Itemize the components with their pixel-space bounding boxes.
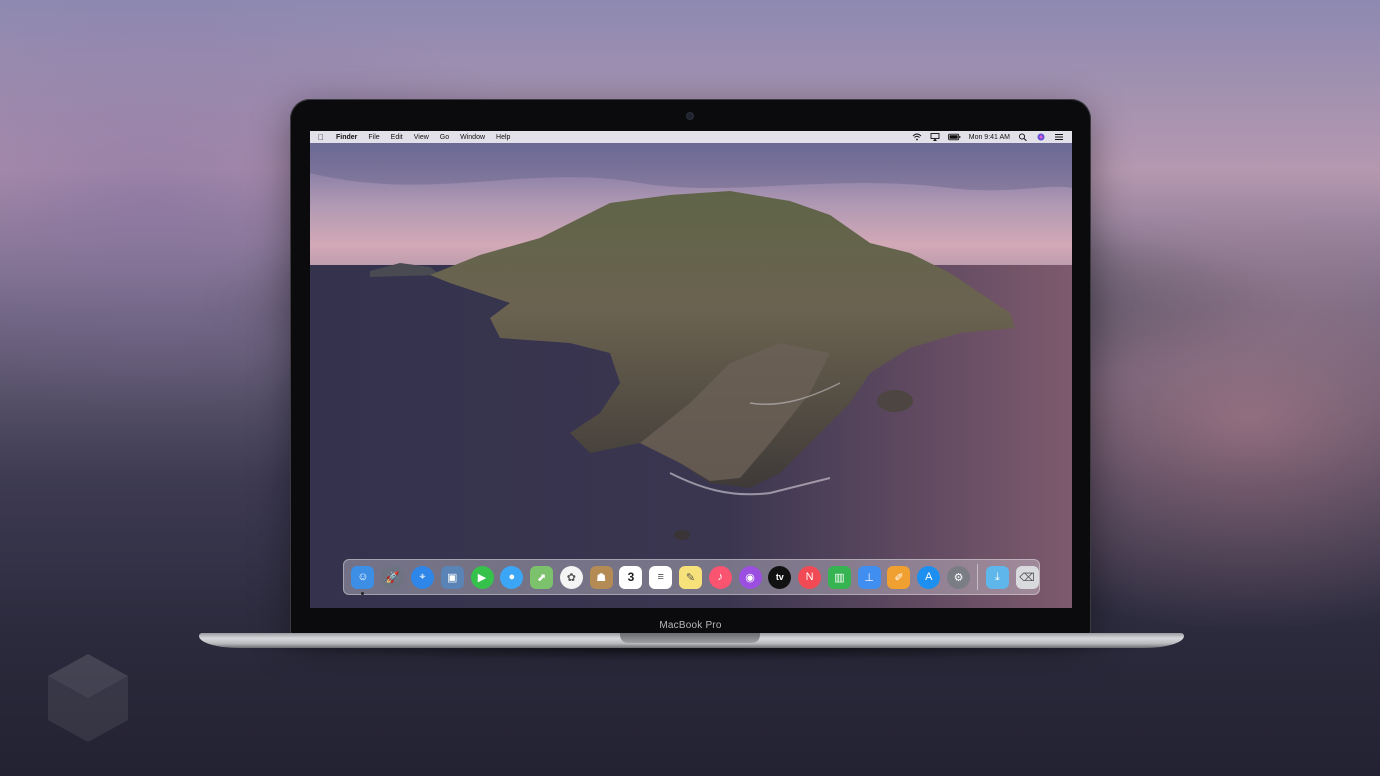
- system-preferences-icon[interactable]: ⚙: [947, 565, 971, 589]
- menu-view[interactable]: View: [414, 134, 429, 141]
- launchpad-icon-glyph: 🚀: [385, 571, 400, 584]
- pages-icon-glyph: ✐: [894, 571, 904, 584]
- dock: ☺ 🚀 ⌖ ▣ ▶ ● ⬈ ✿ ☗ 3 ≡ ✎ ♪ ◉ tv N ▥ ⊥ ✐ A ⚙ ⤓ ⌫: [343, 559, 1040, 595]
- finder-icon-glyph: ☺: [357, 571, 369, 583]
- podcasts-icon-glyph: ◉: [745, 571, 755, 584]
- apple-tv-icon[interactable]: tv: [768, 565, 792, 589]
- maps-icon[interactable]: ⬈: [530, 565, 554, 589]
- downloads-folder-icon[interactable]: ⤓: [985, 565, 1009, 589]
- photos-icon[interactable]: ✿: [559, 565, 583, 589]
- trash-icon[interactable]: ⌫: [1015, 565, 1039, 589]
- airplay-icon[interactable]: [930, 133, 940, 141]
- contacts-icon-glyph: ☗: [596, 571, 607, 584]
- menu-edit[interactable]: Edit: [391, 134, 403, 141]
- watermark-logo-icon: [48, 654, 128, 742]
- menu-bar:  Finder File Edit View Go Window Help M…: [310, 131, 1072, 143]
- safari-icon[interactable]: ⌖: [410, 565, 434, 589]
- menu-clock[interactable]: Mon 9:41 AM: [969, 134, 1010, 141]
- notification-center-icon[interactable]: [1054, 133, 1064, 141]
- desktop-screen:  Finder File Edit View Go Window Help M…: [310, 131, 1072, 608]
- facetime-icon-glyph: ▶: [477, 571, 487, 584]
- battery-icon[interactable]: [947, 133, 961, 141]
- photo-booth-icon-glyph: ▣: [447, 571, 458, 584]
- facetime-icon[interactable]: ▶: [470, 565, 494, 589]
- menu-window[interactable]: Window: [460, 134, 485, 141]
- music-icon-glyph: ♪: [717, 571, 724, 583]
- messages-icon[interactable]: ●: [500, 565, 524, 589]
- notes-icon[interactable]: ✎: [678, 565, 702, 589]
- contacts-icon[interactable]: ☗: [589, 565, 613, 589]
- siri-icon[interactable]: [1036, 133, 1046, 141]
- search-icon[interactable]: [1018, 133, 1028, 141]
- wifi-icon[interactable]: [912, 133, 922, 141]
- running-indicator: [361, 591, 365, 595]
- laptop-lid:  Finder File Edit View Go Window Help M…: [290, 99, 1091, 635]
- finder-icon[interactable]: ☺: [351, 565, 375, 595]
- maps-icon-glyph: ⬈: [536, 571, 547, 584]
- camera-icon: [687, 113, 693, 119]
- pages-icon[interactable]: ✐: [887, 565, 911, 589]
- reminders-icon-glyph: ≡: [657, 571, 664, 583]
- podcasts-icon[interactable]: ◉: [738, 565, 762, 589]
- app-store-icon-glyph: A: [925, 571, 933, 583]
- numbers-icon[interactable]: ▥: [827, 565, 851, 589]
- numbers-icon-glyph: ▥: [834, 571, 845, 584]
- news-icon[interactable]: N: [798, 565, 822, 589]
- menu-file[interactable]: File: [368, 134, 379, 141]
- photo-booth-icon[interactable]: ▣: [440, 565, 464, 589]
- app-store-icon[interactable]: A: [917, 565, 941, 589]
- trash-icon-glyph: ⌫: [1019, 571, 1035, 584]
- system-preferences-icon-glyph: ⚙: [953, 571, 964, 584]
- reminders-icon[interactable]: ≡: [649, 565, 673, 589]
- photos-icon-glyph: ✿: [566, 571, 576, 584]
- base-shadow: [220, 648, 1165, 660]
- desktop-wallpaper: [310, 143, 1072, 608]
- model-label: MacBook Pro: [659, 620, 722, 631]
- menu-app-name[interactable]: Finder: [336, 134, 357, 141]
- music-icon[interactable]: ♪: [708, 565, 732, 589]
- keynote-icon[interactable]: ⊥: [857, 565, 881, 589]
- keynote-icon-glyph: ⊥: [864, 571, 874, 584]
- news-icon-glyph: N: [805, 571, 814, 583]
- apple-logo-icon[interactable]: : [318, 133, 328, 142]
- safari-icon-glyph: ⌖: [419, 570, 426, 583]
- dock-separator: [977, 564, 979, 590]
- menu-help[interactable]: Help: [496, 134, 510, 141]
- calendar-icon[interactable]: 3: [619, 565, 643, 589]
- menu-go[interactable]: Go: [440, 134, 449, 141]
- apple-tv-icon-glyph: tv: [775, 572, 784, 582]
- launchpad-icon[interactable]: 🚀: [381, 565, 405, 589]
- lid-opening-notch: [620, 633, 760, 643]
- calendar-icon-glyph: 3: [627, 570, 635, 584]
- messages-icon-glyph: ●: [508, 571, 516, 583]
- downloads-folder-icon-glyph: ⤓: [994, 570, 1000, 583]
- notes-icon-glyph: ✎: [685, 571, 696, 584]
